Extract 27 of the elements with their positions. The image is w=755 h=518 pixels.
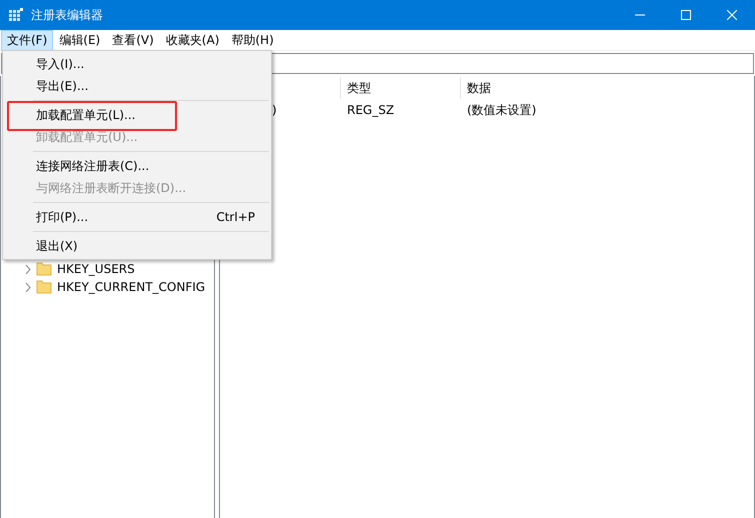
menu-item[interactable]: 连接网络注册表(C)... — [36, 158, 255, 174]
folder-icon — [36, 280, 52, 294]
window-title: 注册表编辑器 — [31, 6, 104, 24]
close-icon — [727, 10, 737, 20]
menu-item[interactable]: 导出(E)... — [36, 78, 255, 94]
maximize-icon — [681, 10, 691, 20]
column-header[interactable]: 类型 — [347, 81, 371, 95]
menu-item[interactable]: 导入(I)... — [36, 56, 255, 72]
folder-icon — [36, 262, 52, 276]
registry-icon — [9, 8, 23, 22]
table-cell: (数值未设置) — [467, 103, 536, 117]
menu-item[interactable]: 查看(V) — [106, 30, 160, 50]
menu-item[interactable]: 打印(P)... — [36, 208, 216, 226]
menu-item[interactable]: 收藏夹(A) — [160, 30, 226, 50]
table-cell: ) — [272, 103, 277, 117]
menu-item[interactable]: 文件(F) — [1, 30, 54, 50]
chevron-icon[interactable] — [25, 282, 31, 292]
menu-item[interactable]: 帮助(H) — [225, 30, 280, 50]
shortcut-text: Ctrl+P — [216, 210, 255, 224]
tree-item[interactable]: HKEY_CURRENT_CONFIG — [57, 280, 206, 294]
menu-item[interactable]: 加载配置单元(L)... — [36, 106, 255, 124]
column-header[interactable]: 数据 — [467, 81, 491, 95]
tree-item[interactable]: HKEY_USERS — [57, 262, 135, 276]
chevron-icon[interactable] — [25, 264, 31, 274]
menu-item[interactable]: 编辑(E) — [53, 30, 106, 50]
table-cell: REG_SZ — [347, 103, 394, 117]
menu-item[interactable]: 退出(X) — [36, 238, 255, 254]
